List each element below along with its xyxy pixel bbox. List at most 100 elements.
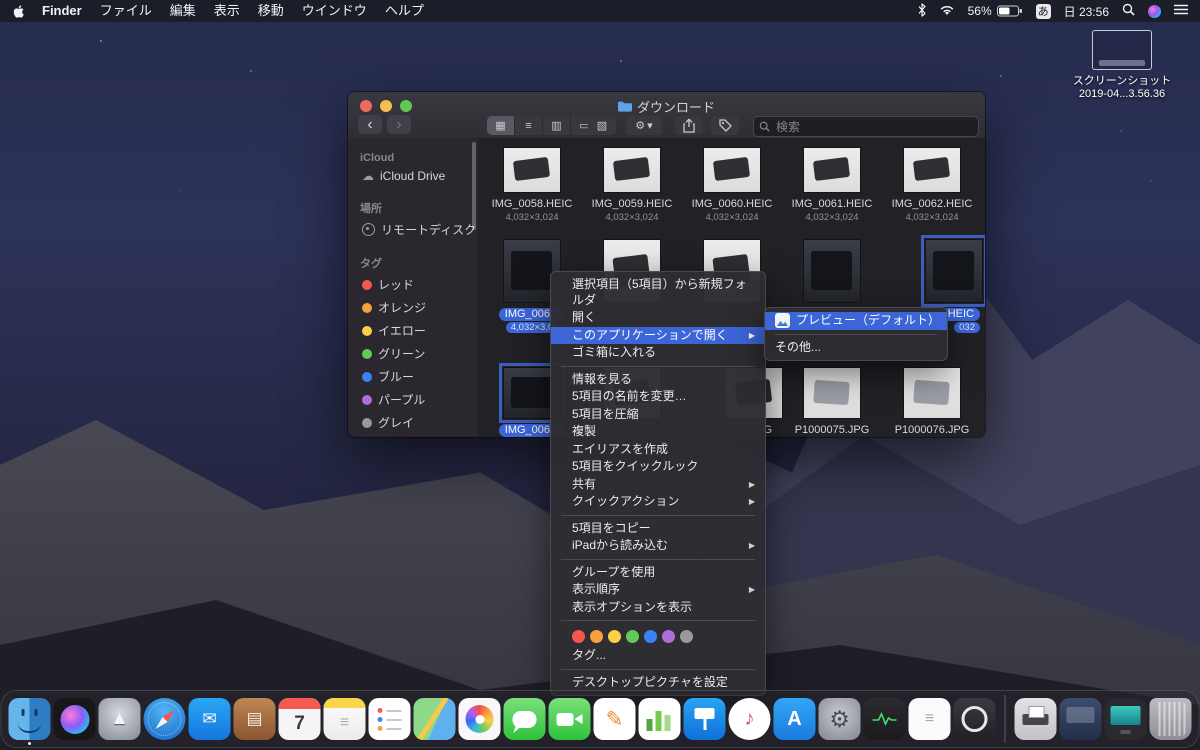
file-item[interactable]: IMG_0059.HEIC 4,032×3,024	[582, 148, 682, 223]
menu-item-quick-look[interactable]: 5項目をクイックルック	[551, 458, 765, 476]
dock-calendar-icon[interactable]: 7	[278, 698, 321, 740]
sidebar-item-remote-disk[interactable]: リモートディスク	[348, 218, 478, 241]
siri-menubar-icon[interactable]	[1148, 4, 1161, 18]
menu-item-copy[interactable]: 5項目をコピー	[551, 520, 765, 538]
dock-siri-icon[interactable]	[53, 698, 96, 740]
menubar-menu-go[interactable]: 移動	[249, 0, 293, 22]
dock-messages-icon[interactable]	[503, 698, 546, 740]
tags-button[interactable]	[711, 116, 739, 135]
view-columns-button[interactable]: ▥	[543, 116, 571, 135]
sidebar-tag-yellow[interactable]: イエロー	[348, 319, 478, 342]
file-item[interactable]: IMG_0058.HEIC 4,032×3,024	[482, 148, 582, 223]
back-button[interactable]: ‹	[358, 115, 382, 134]
dock-printer-icon[interactable]	[1014, 698, 1057, 740]
menubar-app-name[interactable]: Finder	[33, 0, 91, 22]
desktop-file-screenshot[interactable]: スクリーンショット 2019-04...3.56.36	[1058, 30, 1186, 101]
file-item[interactable]: IMG_0060.HEIC 4,032×3,024	[682, 148, 782, 223]
dock-photos-icon[interactable]	[458, 698, 501, 740]
dock-textedit-icon[interactable]: ≡	[908, 698, 951, 740]
dock-keynote-icon[interactable]	[683, 698, 726, 740]
menu-item-tags[interactable]: タグ...	[551, 647, 765, 665]
menubar-menu-view[interactable]: 表示	[205, 0, 249, 22]
menu-item-share[interactable]: 共有 ▶	[551, 476, 765, 494]
dock-pages-icon[interactable]: ✎	[593, 698, 636, 740]
sidebar-tag-purple[interactable]: パープル	[348, 388, 478, 411]
sidebar-item-icloud-drive[interactable]: ☁ iCloud Drive	[348, 166, 478, 186]
dock-books-icon[interactable]: ▤	[233, 698, 276, 740]
view-icons-button[interactable]: ▦	[487, 116, 515, 135]
dock-system-preferences-icon[interactable]: ⚙	[818, 698, 861, 740]
menu-item-move-to-trash[interactable]: ゴミ箱に入れる	[551, 344, 765, 362]
menu-item-set-desktop-picture[interactable]: デスクトップピクチャを設定	[551, 674, 765, 692]
sidebar-tag-orange[interactable]: オレンジ	[348, 296, 478, 319]
menubar-clock[interactable]: 日 23:56	[1064, 3, 1109, 20]
window-titlebar[interactable]: ダウンロード ‹ › ▦ ≡ ▥ ▭ ▧ ⚙ ▾	[348, 92, 985, 139]
notification-center-icon[interactable]	[1174, 4, 1188, 18]
input-method-badge[interactable]: あ	[1035, 3, 1051, 19]
tag-green-dot[interactable]	[626, 630, 639, 643]
dock-maps-icon[interactable]	[413, 698, 456, 740]
dock-launchpad-icon[interactable]: ▲	[98, 698, 141, 740]
share-button[interactable]	[675, 116, 703, 135]
apple-menu-icon[interactable]	[12, 4, 25, 19]
menu-item-open[interactable]: 開く	[551, 309, 765, 327]
submenu-item-preview-default[interactable]: プレビュー（デフォルト）	[765, 312, 947, 330]
sidebar-tag-gray[interactable]: グレイ	[348, 411, 478, 434]
sidebar-item-all-tags[interactable]: すべてのタグ…	[348, 434, 478, 437]
dock-facetime-icon[interactable]	[548, 698, 591, 740]
menubar-menu-file[interactable]: ファイル	[91, 0, 161, 22]
dock-trash-icon[interactable]	[1149, 698, 1192, 740]
bluetooth-icon[interactable]	[918, 2, 926, 20]
menu-item-import-from-ipad[interactable]: iPadから読み込む ▶	[551, 537, 765, 555]
tag-blue-dot[interactable]	[644, 630, 657, 643]
dock-external-drive-icon[interactable]	[1059, 698, 1102, 740]
dock-finder-icon[interactable]	[8, 698, 51, 745]
file-item[interactable]: IMG_0061.HEIC 4,032×3,024	[782, 148, 882, 223]
dock-itunes-icon[interactable]: ♪	[728, 698, 771, 740]
spotlight-icon[interactable]	[1122, 3, 1135, 19]
tag-gray-dot[interactable]	[680, 630, 693, 643]
dock-notes-icon[interactable]: ≡	[323, 698, 366, 740]
sidebar-tag-blue[interactable]: ブルー	[348, 365, 478, 388]
dock-numbers-icon[interactable]	[638, 698, 681, 740]
dock-reminders-icon[interactable]	[368, 698, 411, 740]
dock-activity-monitor-icon[interactable]	[863, 698, 906, 740]
dock-safari-icon[interactable]	[143, 698, 186, 740]
wifi-icon[interactable]	[939, 4, 955, 19]
menubar-menu-edit[interactable]: 編集	[161, 0, 205, 22]
search-input[interactable]	[774, 118, 973, 135]
search-field[interactable]	[753, 116, 979, 137]
menu-item-sort-by[interactable]: 表示順序 ▶	[551, 581, 765, 599]
action-gear-button[interactable]: ⚙ ▾	[626, 116, 662, 135]
menu-item-quick-actions[interactable]: クイックアクション ▶	[551, 493, 765, 511]
dock-photo-booth-icon[interactable]	[953, 698, 996, 740]
menu-item-compress[interactable]: 5項目を圧縮	[551, 406, 765, 424]
dock-mail-icon[interactable]: ✉	[188, 698, 231, 740]
dock-app-store-icon[interactable]: A	[773, 698, 816, 740]
menu-item-rename[interactable]: 5項目の名前を変更…	[551, 388, 765, 406]
forward-button[interactable]: ›	[387, 115, 411, 134]
tag-red-dot[interactable]	[572, 630, 585, 643]
menu-item-new-folder-from-selection[interactable]: 選択項目（5項目）から新規フォルダ	[551, 276, 765, 309]
menu-item-make-alias[interactable]: エイリアスを作成	[551, 441, 765, 459]
sidebar-tag-red[interactable]: レッド	[348, 273, 478, 296]
battery-indicator[interactable]: 56%	[968, 4, 1023, 18]
menu-item-get-info[interactable]: 情報を見る	[551, 371, 765, 389]
tag-purple-dot[interactable]	[662, 630, 675, 643]
tag-yellow-dot[interactable]	[608, 630, 621, 643]
view-list-button[interactable]: ≡	[515, 116, 543, 135]
tag-orange-dot[interactable]	[590, 630, 603, 643]
file-item[interactable]: P1000075.JPG	[782, 368, 882, 437]
sidebar-tag-green[interactable]: グリーン	[348, 342, 478, 365]
menu-item-duplicate[interactable]: 複製	[551, 423, 765, 441]
sidebar-scrollbar[interactable]	[472, 142, 476, 230]
menu-item-show-view-options[interactable]: 表示オプションを表示	[551, 599, 765, 617]
group-by-button[interactable]: ▧	[588, 116, 616, 135]
menu-item-open-with[interactable]: このアプリケーションで開く ▶	[551, 326, 765, 344]
dock-display-icon[interactable]	[1104, 698, 1147, 740]
menubar-menu-help[interactable]: ヘルプ	[376, 0, 433, 22]
submenu-item-other[interactable]: その他...	[765, 339, 947, 357]
file-item[interactable]: P1000076.JPG	[882, 368, 982, 437]
file-item[interactable]: IMG_0062.HEIC 4,032×3,024	[882, 148, 982, 223]
menu-item-use-groups[interactable]: グループを使用	[551, 564, 765, 582]
